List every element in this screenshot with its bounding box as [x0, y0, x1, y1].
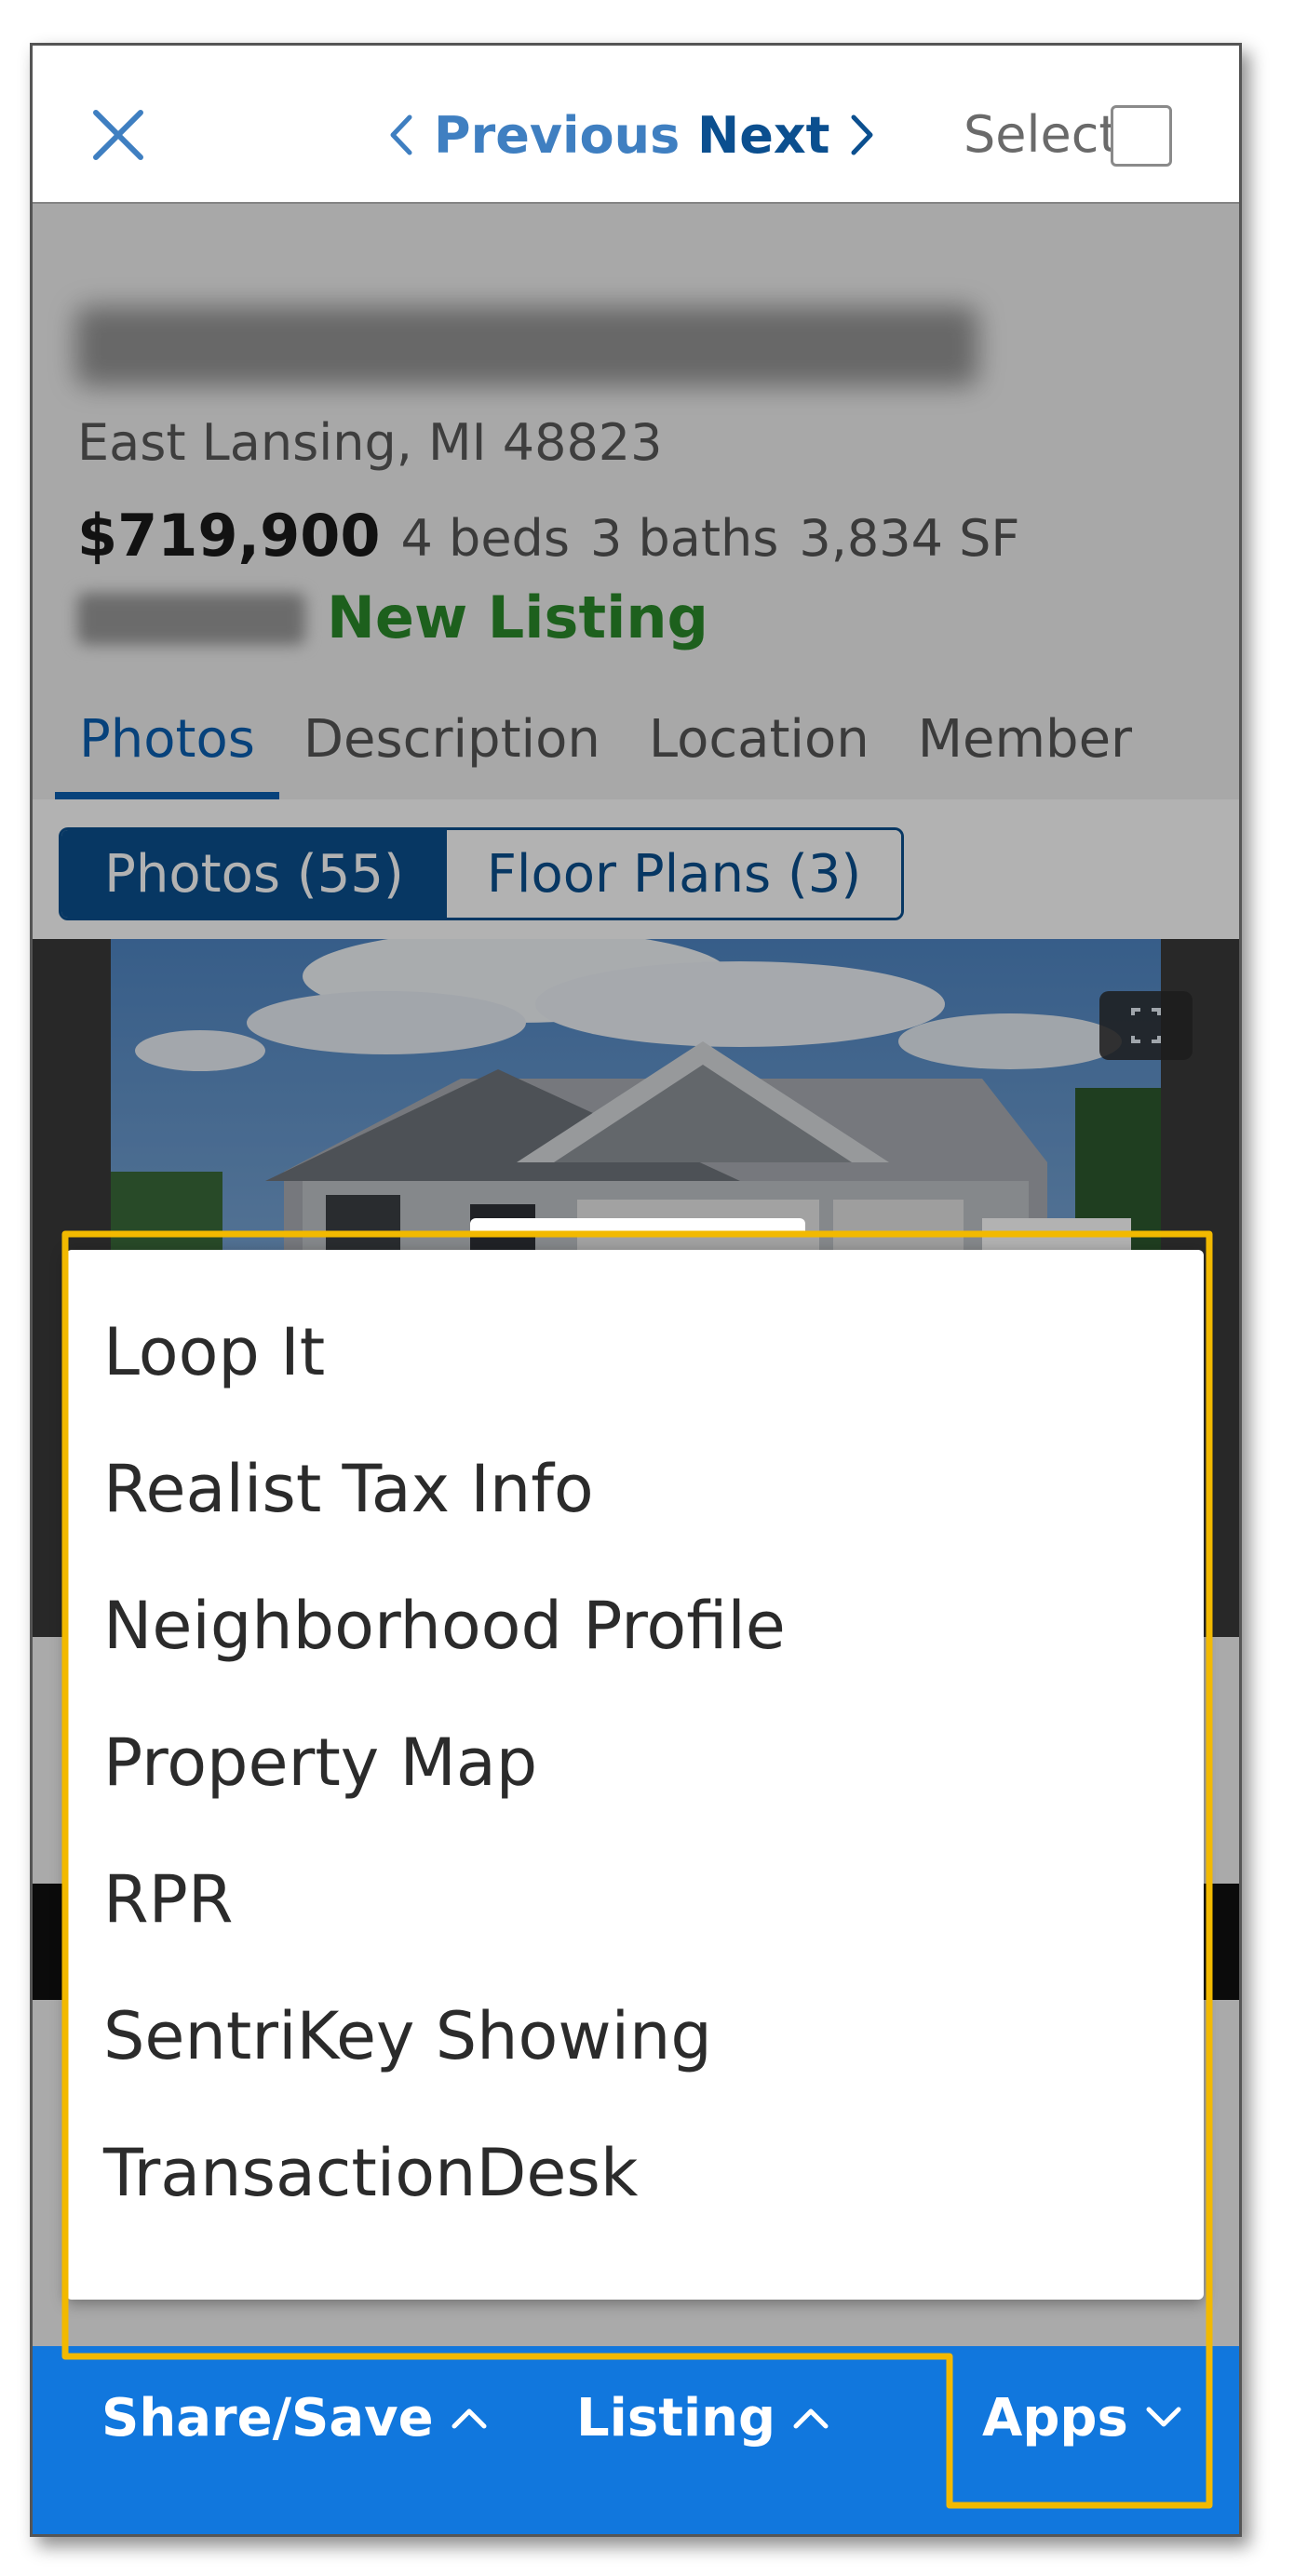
menu-item-loop-it[interactable]: Loop It [103, 1306, 325, 1399]
menu-item-sentrikey-showing[interactable]: SentriKey Showing [103, 1990, 712, 2083]
apps-menu: Loop It Realist Tax Info Neighborhood Pr… [66, 1250, 1204, 2300]
chevron-down-icon [1146, 2407, 1181, 2427]
top-nav-bar: Previous Next Select [33, 46, 1239, 204]
menu-item-property-map[interactable]: Property Map [103, 1716, 537, 1809]
select-label: Select [964, 105, 1119, 164]
bottom-action-bar: Share/Save Listing Apps [33, 2346, 1239, 2534]
share-save-label: Share/Save [101, 2387, 434, 2449]
chevron-up-icon [793, 2408, 829, 2429]
chevron-left-icon [390, 114, 412, 155]
next-button[interactable]: Next [697, 105, 876, 165]
menu-handle [470, 1218, 805, 1237]
share-save-button[interactable]: Share/Save [101, 2346, 488, 2489]
listing-button[interactable]: Listing [576, 2346, 829, 2489]
listing-label: Listing [576, 2387, 776, 2449]
apps-label: Apps [982, 2387, 1128, 2449]
previous-button[interactable]: Previous [387, 105, 681, 165]
menu-item-transactiondesk[interactable]: TransactionDesk [103, 2127, 638, 2220]
close-icon[interactable] [90, 107, 146, 163]
menu-item-rpr[interactable]: RPR [103, 1853, 234, 1946]
menu-item-realist-tax-info[interactable]: Realist Tax Info [103, 1442, 594, 1536]
chevron-up-icon [452, 2408, 487, 2429]
next-label: Next [697, 105, 830, 165]
select-checkbox[interactable] [1111, 105, 1172, 167]
apps-button[interactable]: Apps [982, 2346, 1182, 2489]
chevron-right-icon [851, 114, 873, 155]
previous-label: Previous [434, 105, 681, 165]
menu-item-neighborhood-profile[interactable]: Neighborhood Profile [103, 1579, 786, 1672]
app-window: Previous Next Select East Lansing, MI 48… [30, 43, 1242, 2537]
